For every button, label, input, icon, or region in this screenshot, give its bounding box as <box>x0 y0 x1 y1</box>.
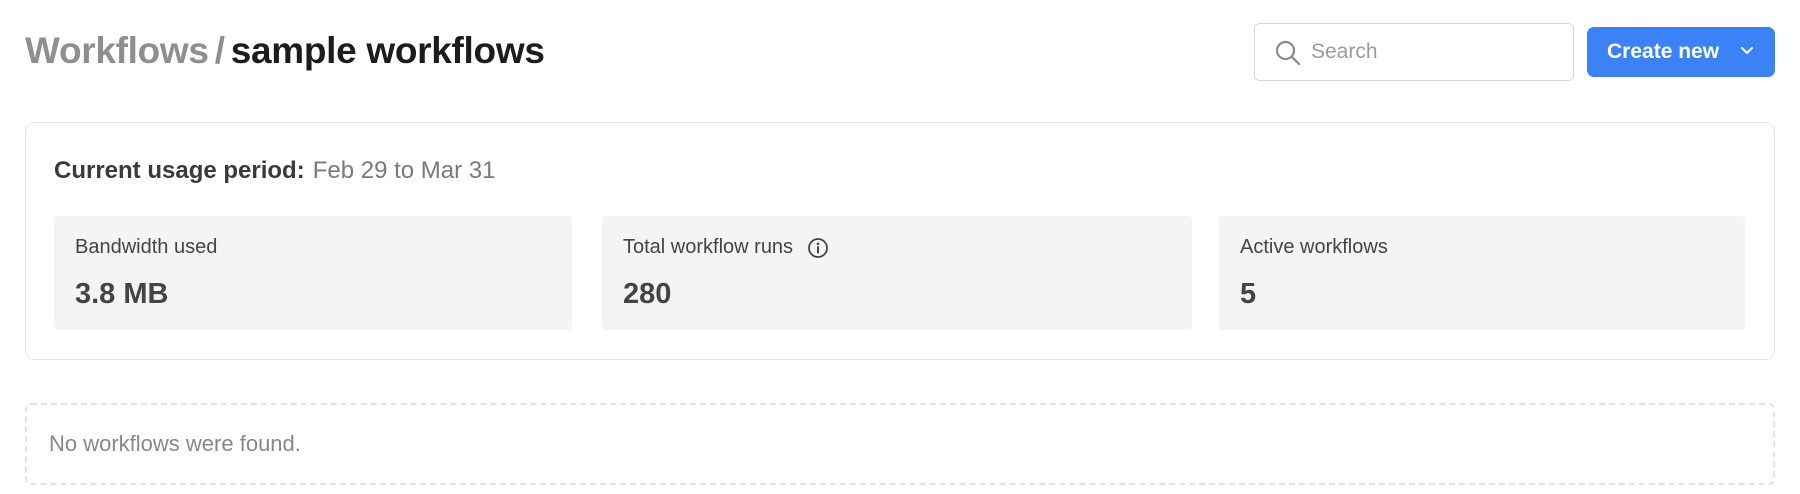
stat-label-text: Bandwidth used <box>75 236 218 258</box>
stat-label-text: Total workflow runs <box>623 236 794 258</box>
usage-period-value: Feb 29 to Mar 31 <box>312 157 496 184</box>
stat-label: Bandwidth used <box>75 236 217 259</box>
chevron-down-icon <box>1741 47 1753 54</box>
usage-period-label: Current usage period: <box>54 157 305 184</box>
empty-state: No workflows were found. <box>25 403 1775 485</box>
search-icon <box>1275 40 1301 66</box>
create-new-button[interactable]: Create new <box>1587 27 1775 77</box>
usage-card: Current usage period: Feb 29 to Mar 31 Ba… <box>25 122 1775 360</box>
info-icon[interactable] <box>807 237 829 259</box>
page-header: Workflows/sample workflows Create new <box>25 23 1775 81</box>
breadcrumb: Workflows / sample workflows <box>25 31 545 71</box>
stat-card-active-workflows: Active workflows 5 <box>1219 216 1745 330</box>
search-box[interactable] <box>1254 23 1574 81</box>
stat-value: 3.8 MB <box>75 278 169 310</box>
breadcrumb-separator: / <box>214 30 225 71</box>
stat-label: Total workflow runs <box>623 236 829 259</box>
stat-label: Active workflows <box>1240 236 1388 259</box>
search-input[interactable] <box>1311 36 1561 68</box>
usage-period: Current usage period: Feb 29 to Mar 31 <box>54 156 495 186</box>
stat-label-text: Active workflows <box>1240 236 1388 258</box>
page-title: sample workflows <box>230 30 545 71</box>
create-new-label: Create new <box>1607 40 1720 63</box>
breadcrumb-workflows-link[interactable]: Workflows <box>25 30 209 71</box>
stat-card-workflow-runs: Total workflow runs 280 <box>602 216 1192 330</box>
stat-card-bandwidth: Bandwidth used 3.8 MB <box>54 216 572 330</box>
stat-value: 280 <box>623 278 672 310</box>
stat-value: 5 <box>1240 278 1257 310</box>
empty-state-message: No workflows were found. <box>49 431 301 456</box>
